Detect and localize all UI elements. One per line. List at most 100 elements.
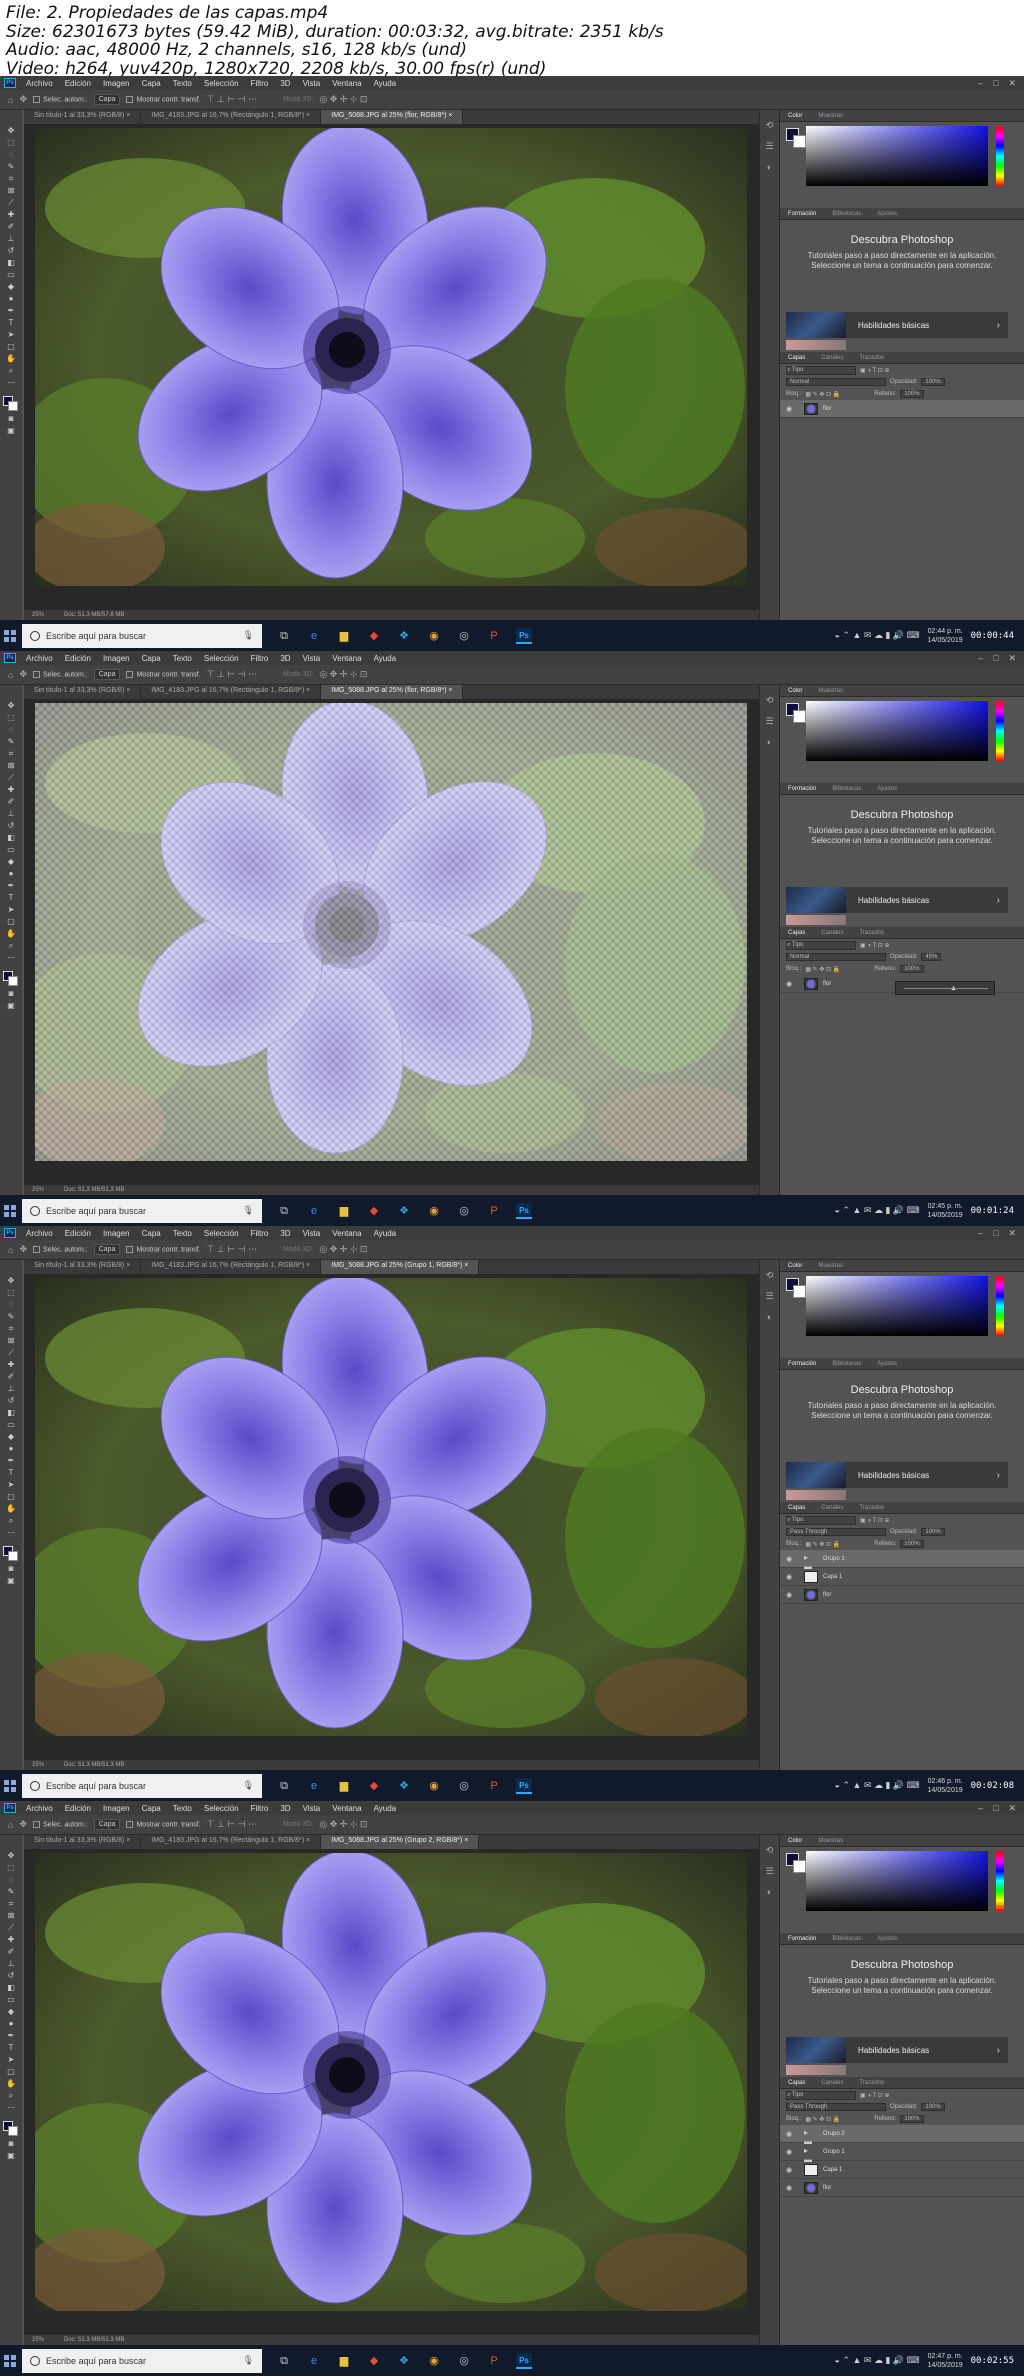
fill-value[interactable]: 100% [900, 1540, 924, 1548]
menu-item[interactable]: Ayuda [368, 79, 403, 88]
dropbox-icon[interactable]: ❖ [396, 2353, 412, 2369]
tab-img4183[interactable]: IMG_4183.JPG al 16,7% (Rectángulo 1, RGB… [141, 685, 322, 699]
tab-channels[interactable]: Canales [813, 2080, 851, 2086]
close-icon[interactable]: ✕ [1008, 653, 1016, 664]
eraser-tool-icon[interactable]: ◧ [5, 1408, 17, 1418]
crop-tool-icon[interactable]: ⌗ [5, 174, 17, 184]
properties-icon[interactable]: ☰ [765, 1866, 773, 1877]
maximize-icon[interactable]: □ [993, 653, 998, 664]
menu-item[interactable]: 3D [274, 79, 296, 88]
marquee-tool-icon[interactable]: ⬚ [5, 138, 17, 148]
visibility-eye-icon[interactable]: ◉ [786, 1591, 796, 1599]
zoom-level[interactable]: 25% [32, 612, 44, 618]
chrome-icon[interactable]: ◉ [426, 1778, 442, 1794]
history-brush-tool-icon[interactable]: ↺ [5, 246, 17, 256]
tab-adjustments[interactable]: Ajustes [869, 786, 905, 792]
zoom-tool-icon[interactable]: ⌕ [5, 941, 17, 951]
photoshop-taskbar-icon[interactable]: Ps [516, 2352, 532, 2369]
tab-learn[interactable]: Formación [780, 1936, 824, 1942]
layer-kind-filter[interactable]: ⌕ Tipo [786, 365, 856, 375]
frame-tool-icon[interactable]: ⊠ [5, 761, 17, 771]
app-icon-red[interactable]: ◆ [366, 1203, 382, 1219]
move-tool-icon[interactable]: ✥ [5, 1276, 17, 1286]
menu-item[interactable]: Capa [136, 654, 167, 663]
layer-dropdown[interactable]: Capa [93, 669, 121, 680]
opacity-slider[interactable]: ▲ [895, 981, 995, 995]
menu-item[interactable]: Ayuda [368, 654, 403, 663]
menu-item[interactable]: Edición [59, 1804, 97, 1813]
lasso-tool-icon[interactable]: ◌ [5, 725, 17, 735]
tab-learn[interactable]: Formación [780, 1361, 824, 1367]
tab-paths[interactable]: Trazados [851, 1505, 892, 1511]
powerpoint-icon[interactable]: P [486, 1203, 502, 1219]
menu-item[interactable]: Imagen [97, 1804, 136, 1813]
color-panel-swatches[interactable] [786, 128, 806, 148]
auto-select-checkbox[interactable]: Selec. autom.: [32, 95, 88, 103]
opacity-value[interactable]: 100% [921, 378, 945, 386]
menu-item[interactable]: Ventana [326, 654, 367, 663]
background-color-swatch[interactable] [8, 2126, 18, 2136]
close-icon[interactable]: ✕ [1008, 1803, 1016, 1814]
blur-tool-icon[interactable]: ◆ [5, 282, 17, 292]
home-icon[interactable]: ⌂ [8, 670, 13, 680]
menu-item[interactable]: Edición [59, 79, 97, 88]
layer-row[interactable]: ◉ flor [780, 1586, 1024, 1604]
chrome-icon[interactable]: ◉ [426, 2353, 442, 2369]
history-brush-tool-icon[interactable]: ↺ [5, 1971, 17, 1981]
stamp-tool-icon[interactable]: ⊥ [5, 809, 17, 819]
eyedropper-tool-icon[interactable]: ⟋ [5, 773, 17, 783]
menu-item[interactable]: Texto [167, 79, 198, 88]
move-tool-icon[interactable]: ✥ [5, 126, 17, 136]
quick-mask-icon[interactable]: ◙ [5, 2139, 17, 2149]
edge-icon[interactable]: e [306, 1203, 322, 1219]
tab-color[interactable]: Color [780, 113, 810, 119]
maximize-icon[interactable]: □ [993, 78, 998, 89]
tab-paths[interactable]: Trazados [851, 2080, 892, 2086]
canvas-area[interactable] [24, 1274, 759, 1760]
properties-icon[interactable]: ☰ [765, 716, 773, 727]
move-tool-icon[interactable]: ✥ [19, 94, 27, 105]
crop-tool-icon[interactable]: ⌗ [5, 1324, 17, 1334]
zoom-level[interactable]: 25% [32, 1187, 44, 1193]
tab-swatches[interactable]: Muestras [810, 113, 851, 119]
menu-item[interactable]: Capa [136, 79, 167, 88]
flower-photo[interactable] [35, 1853, 747, 2311]
lock-icons[interactable]: ▦ ✎ ✥ ⊡ 🔒 [805, 1541, 840, 1548]
task-view-icon[interactable]: ⧉ [276, 1778, 292, 1794]
task-view-icon[interactable]: ⧉ [276, 628, 292, 644]
clock[interactable]: 02:44 p. m. 14/05/2019 [928, 627, 963, 645]
gradient-tool-icon[interactable]: ▭ [5, 270, 17, 280]
color-panel-swatches[interactable] [786, 703, 806, 723]
zoom-tool-icon[interactable]: ⌕ [5, 1516, 17, 1526]
tab-active-document[interactable]: IMG_5088.JPG al 25% (flor, RGB/8*) × [321, 685, 464, 699]
file-explorer-icon[interactable]: ▆ [336, 1778, 352, 1794]
align-icons[interactable]: ⊤ ⊥ ⊢ ⊣ ⋯ [207, 1819, 257, 1830]
path-select-tool-icon[interactable]: ➤ [5, 1480, 17, 1490]
auto-select-checkbox[interactable]: Selec. autom.: [32, 1245, 88, 1253]
tray-icons[interactable]: ◒ ⌃ ▲ ✉ ☁ ▮ 🔊 ⌨ [835, 1205, 920, 1216]
home-icon[interactable]: ⌂ [8, 1820, 13, 1830]
shape-tool-icon[interactable]: ▢ [5, 1492, 17, 1502]
powerpoint-icon[interactable]: P [486, 628, 502, 644]
fill-value[interactable]: 100% [900, 2115, 924, 2123]
screen-mode-icon[interactable]: ▣ [5, 1576, 17, 1586]
show-transform-checkbox[interactable]: Mostrar contr. transf. [126, 1820, 201, 1828]
more-tools-icon[interactable]: ⋯ [5, 2103, 17, 2113]
3d-tools-icons[interactable]: ◎ ✥ ✢ ⊹ ⊡ [319, 1819, 367, 1830]
tab-learn[interactable]: Formación [780, 786, 824, 792]
move-tool-icon[interactable]: ✥ [5, 1851, 17, 1861]
auto-select-checkbox[interactable]: Selec. autom.: [32, 1820, 88, 1828]
menu-item[interactable]: Imagen [97, 79, 136, 88]
healing-tool-icon[interactable]: ✚ [5, 1360, 17, 1370]
tab-untitled[interactable]: Sin título-1 al 33,3% (RGB/8) × [24, 1835, 142, 1849]
maximize-icon[interactable]: □ [993, 1228, 998, 1239]
second-card-thumbnail[interactable] [786, 2065, 846, 2075]
menu-item[interactable]: Archivo [20, 1229, 59, 1238]
canvas-area[interactable] [24, 1849, 759, 2335]
taskbar-search[interactable]: Escribe aquí para buscar 🎙 [22, 1773, 262, 1798]
menu-item[interactable]: Vista [297, 1804, 327, 1813]
adjustments-icon[interactable]: ◐ [767, 1887, 772, 1897]
fill-value[interactable]: 100% [900, 390, 924, 398]
menu-item[interactable]: Ventana [326, 79, 367, 88]
tab-libraries[interactable]: Bibliotecas [824, 1936, 869, 1942]
